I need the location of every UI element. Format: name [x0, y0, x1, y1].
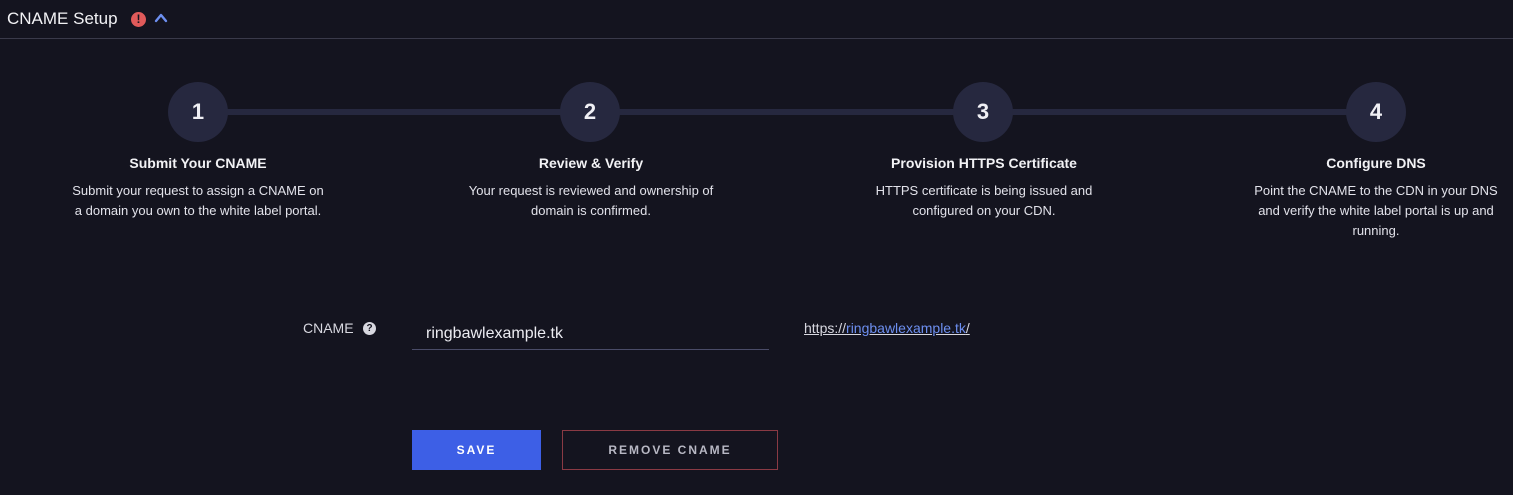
portal-url-link[interactable]: https://ringbawlexample.tk/ — [804, 320, 970, 336]
url-suffix: / — [965, 320, 970, 336]
chevron-up-icon[interactable] — [154, 11, 168, 25]
step-3-circle: 3 — [953, 82, 1013, 142]
section-header: CNAME Setup ! — [0, 0, 1513, 39]
remove-cname-button[interactable]: REMOVE CNAME — [562, 430, 778, 470]
step-4-circle: 4 — [1346, 82, 1406, 142]
save-button[interactable]: SAVE — [412, 430, 541, 470]
question-circle-icon[interactable]: ? — [363, 322, 376, 335]
step-1-description: Submit your request to assign a CNAME on… — [72, 183, 324, 218]
cname-label: CNAME — [303, 320, 354, 336]
step-4-description: Point the CNAME to the CDN in your DNS a… — [1254, 183, 1498, 238]
step-1-title: Submit Your CNAME — [129, 155, 267, 171]
step-4-title: Configure DNS — [1326, 155, 1426, 171]
step-2-title: Review & Verify — [538, 155, 644, 171]
step-3-title: Provision HTTPS Certificate — [891, 155, 1077, 171]
section-title: CNAME Setup — [7, 9, 118, 28]
url-host: ringbawlexample.tk — [846, 320, 966, 336]
step-1-circle: 1 — [168, 82, 228, 142]
url-prefix: https:// — [804, 320, 847, 336]
stepper-track — [198, 109, 1376, 115]
exclamation-circle-icon: ! — [131, 12, 146, 27]
cname-input[interactable] — [412, 312, 769, 350]
step-2-circle: 2 — [560, 82, 620, 142]
step-3-description: HTTPS certificate is being issued and co… — [875, 183, 1093, 218]
step-2-description: Your request is reviewed and ownership o… — [468, 183, 714, 218]
